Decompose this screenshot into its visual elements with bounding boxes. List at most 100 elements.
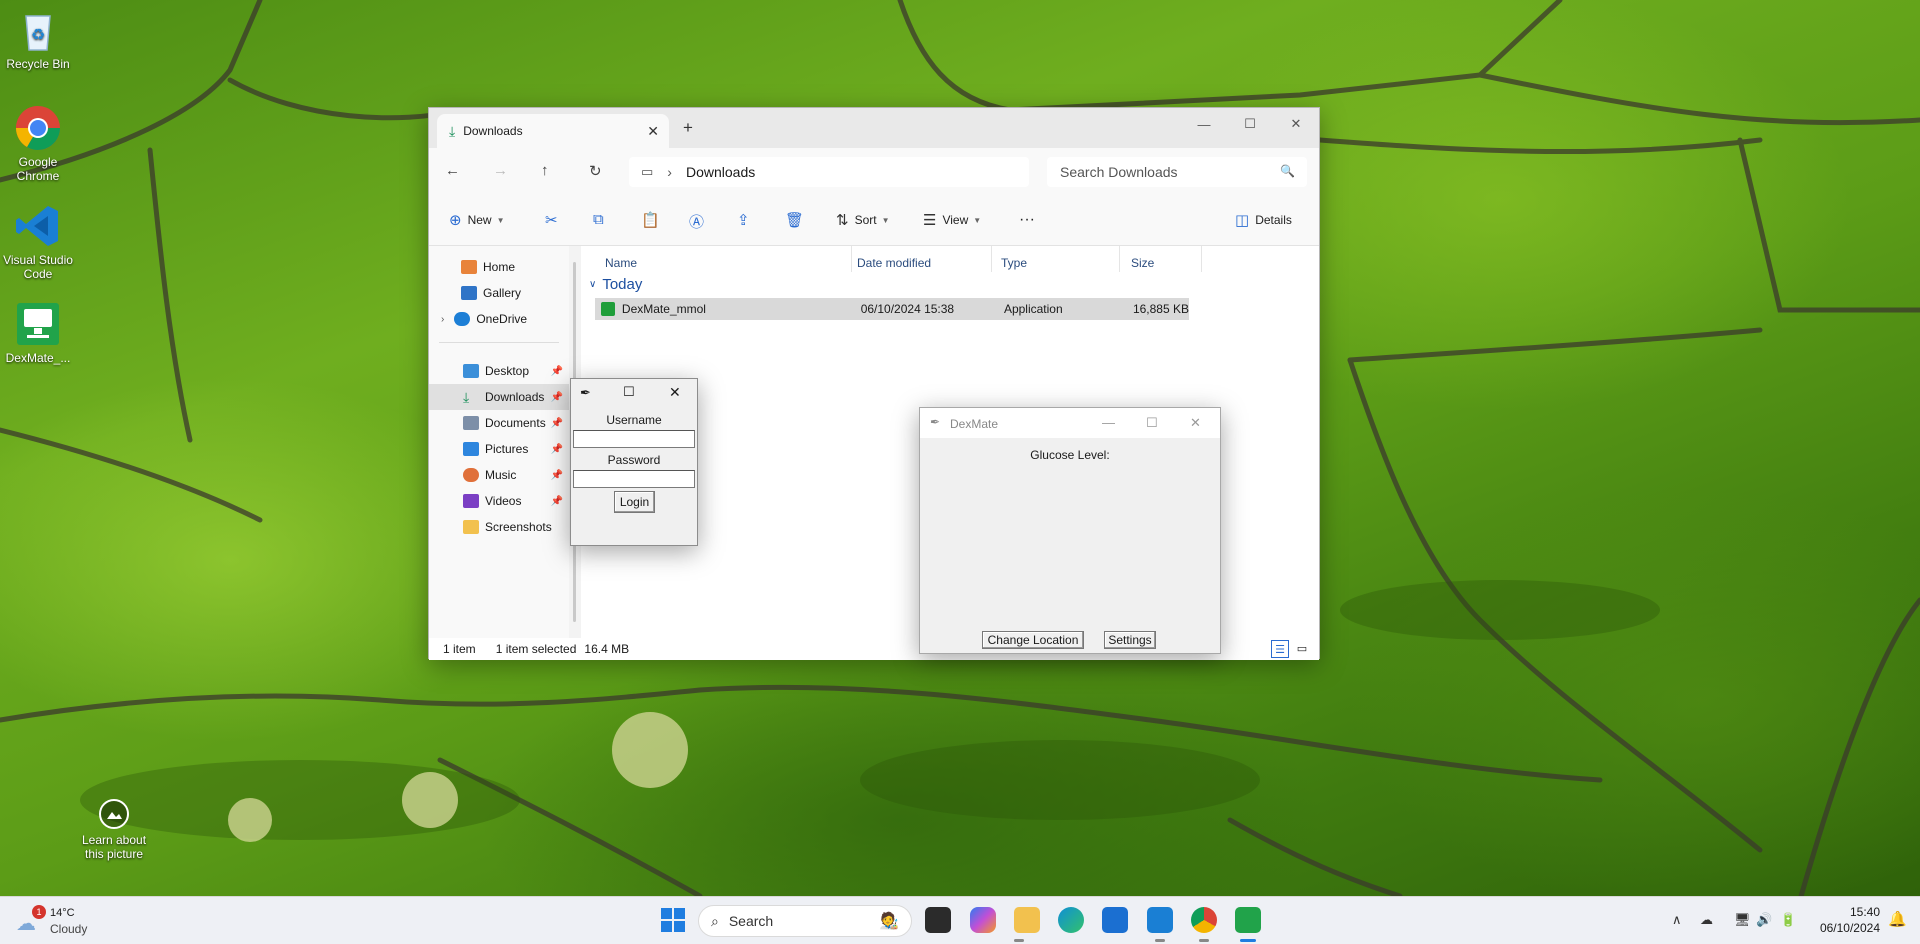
clock-time[interactable]: 15:40	[1810, 905, 1880, 919]
change-location-button[interactable]: Change Location	[982, 631, 1084, 649]
back-button[interactable]: ←	[445, 162, 460, 179]
share-icon: ⇪	[737, 212, 750, 229]
nav-label: Music	[485, 468, 517, 482]
application-icon	[601, 302, 615, 316]
desktop-icon-google-chrome[interactable]: Google Chrome	[0, 104, 76, 183]
minimize-button[interactable]: —	[1102, 415, 1115, 430]
close-button[interactable]: ✕	[669, 384, 681, 401]
notification-badge: 1	[32, 905, 46, 919]
onedrive-offline-icon[interactable]: ☁	[1700, 912, 1713, 928]
show-hidden-icons-chevron-icon[interactable]: ∧	[1672, 912, 1682, 928]
column-header-size[interactable]: Size	[1131, 256, 1154, 270]
refresh-button[interactable]: ↻	[589, 162, 602, 180]
nav-item-videos[interactable]: Videos 📌	[429, 488, 569, 514]
settings-button[interactable]: Settings	[1104, 631, 1156, 649]
network-icon[interactable]: 🖥	[1734, 912, 1751, 928]
tiles-view-button[interactable]: ▭	[1293, 640, 1311, 658]
nav-item-desktop[interactable]: Desktop 📌	[429, 358, 569, 384]
close-button[interactable]: ✕	[1190, 415, 1201, 431]
maximize-button[interactable]: ☐	[1227, 108, 1273, 140]
tab-bar: ⤓ Downloads ✕ + — ☐ ✕	[429, 108, 1319, 148]
login-button[interactable]: Login	[614, 491, 655, 513]
file-size: 16,885 KB	[1132, 302, 1189, 316]
details-button[interactable]: ◫ Details	[1235, 211, 1292, 229]
nav-item-gallery[interactable]: Gallery	[429, 280, 569, 306]
password-input[interactable]	[573, 470, 695, 488]
delete-button[interactable]: 🗑	[785, 211, 810, 229]
copilot-icon[interactable]	[970, 907, 996, 933]
search-input[interactable]: Search Downloads 🔍	[1047, 157, 1307, 187]
file-explorer-icon[interactable]	[1014, 907, 1040, 933]
new-tab-button[interactable]: +	[683, 118, 693, 138]
more-options-button[interactable]: ···	[1019, 211, 1035, 229]
dexmate-app-icon[interactable]	[1235, 907, 1261, 933]
nav-item-onedrive[interactable]: › OneDrive	[429, 306, 569, 332]
search-placeholder: Search Downloads	[1060, 164, 1178, 180]
weather-widget[interactable]: ☁ 1 14°C Cloudy	[16, 905, 136, 937]
new-button[interactable]: ⊕ New ▼	[449, 211, 505, 229]
address-bar[interactable]: ▭ › Downloads	[629, 157, 1029, 187]
copy-icon: ⧉	[593, 211, 604, 228]
sort-label: Sort	[854, 213, 877, 227]
nav-label: Home	[483, 260, 516, 274]
task-view-icon[interactable]	[925, 907, 951, 933]
column-header-name[interactable]: Name	[605, 256, 637, 270]
status-item-count: 1 item	[443, 642, 476, 656]
nav-item-pictures[interactable]: Pictures 📌	[429, 436, 569, 462]
desktop-icon-recycle-bin[interactable]: ♻ Recycle Bin	[0, 6, 76, 71]
minimize-button[interactable]: —	[1181, 108, 1227, 140]
start-button[interactable]	[660, 907, 686, 933]
details-label: Details	[1255, 213, 1292, 227]
desktop-icon-label: Learn about this picture	[81, 833, 147, 861]
sort-button[interactable]: ⇅ Sort ▼	[836, 211, 890, 229]
clock-date[interactable]: 06/10/2024	[1810, 921, 1880, 935]
maximize-button[interactable]: ☐	[623, 384, 635, 400]
view-button[interactable]: ☰ View ▼	[923, 211, 981, 229]
copy-button[interactable]: ⧉	[593, 211, 610, 228]
monitor-icon: ▭	[641, 164, 654, 179]
breadcrumb-downloads[interactable]: Downloads	[686, 164, 755, 180]
up-button[interactable]: ↑	[541, 162, 549, 179]
close-button[interactable]: ✕	[1273, 108, 1319, 140]
cut-button[interactable]: ✂	[545, 211, 564, 229]
nav-item-documents[interactable]: Documents 📌	[429, 410, 569, 436]
share-button[interactable]: ⇪	[737, 211, 756, 229]
tab-downloads[interactable]: ⤓ Downloads ✕	[437, 114, 669, 148]
edge-icon[interactable]	[1058, 907, 1084, 933]
notification-bell-icon[interactable]: 🔔	[1888, 910, 1907, 928]
scissors-icon: ✂	[545, 212, 558, 229]
close-tab-icon[interactable]: ✕	[647, 123, 659, 140]
vscode-icon[interactable]	[1147, 907, 1173, 933]
nav-label: Gallery	[483, 286, 522, 300]
maximize-button[interactable]: ☐	[1146, 415, 1158, 431]
taskbar-search[interactable]: ⌕ Search 🧑‍🎨	[698, 905, 912, 937]
chrome-icon[interactable]	[1191, 907, 1217, 933]
forward-button[interactable]: →	[493, 162, 508, 179]
details-view-button[interactable]: ☰	[1271, 640, 1289, 658]
column-header-date-modified[interactable]: Date modified	[857, 256, 931, 270]
windows-logo-icon	[661, 908, 685, 932]
volume-icon[interactable]: 🔊	[1756, 912, 1772, 928]
file-row[interactable]: DexMate_mmol 06/10/2024 15:38 Applicatio…	[595, 298, 1189, 320]
pin-icon: 📌	[550, 443, 563, 455]
nav-item-screenshots[interactable]: Screenshots	[429, 514, 569, 540]
cloud-icon	[454, 312, 471, 326]
nav-item-home[interactable]: Home	[429, 254, 569, 280]
status-selected: 1 item selected	[495, 642, 577, 656]
rename-button[interactable]: Ⓐ	[689, 211, 710, 232]
weather-condition: Cloudy	[50, 922, 88, 936]
nav-item-music[interactable]: Music 📌	[429, 462, 569, 488]
nav-item-downloads[interactable]: ⤓ Downloads 📌	[429, 384, 569, 410]
desktop-icon-vscode[interactable]: Visual Studio Code	[0, 202, 76, 281]
column-header-type[interactable]: Type	[1001, 256, 1027, 270]
desktop-icon-dexmate[interactable]: DexMate_...	[0, 300, 76, 365]
address-row: ← → ↑ ↻ ▭ › Downloads Search Downloads 🔍	[429, 148, 1319, 196]
battery-icon[interactable]: 🔋	[1780, 912, 1796, 928]
username-input[interactable]	[573, 430, 695, 448]
paste-button[interactable]: 📋	[641, 211, 666, 229]
desktop-icon-learn-about-picture[interactable]: Learn about this picture	[76, 798, 152, 861]
store-icon[interactable]	[1102, 907, 1128, 933]
search-label: Search	[728, 913, 774, 929]
feather-icon: ✒	[930, 415, 941, 429]
group-header-today[interactable]: ∨ Today	[589, 276, 642, 293]
